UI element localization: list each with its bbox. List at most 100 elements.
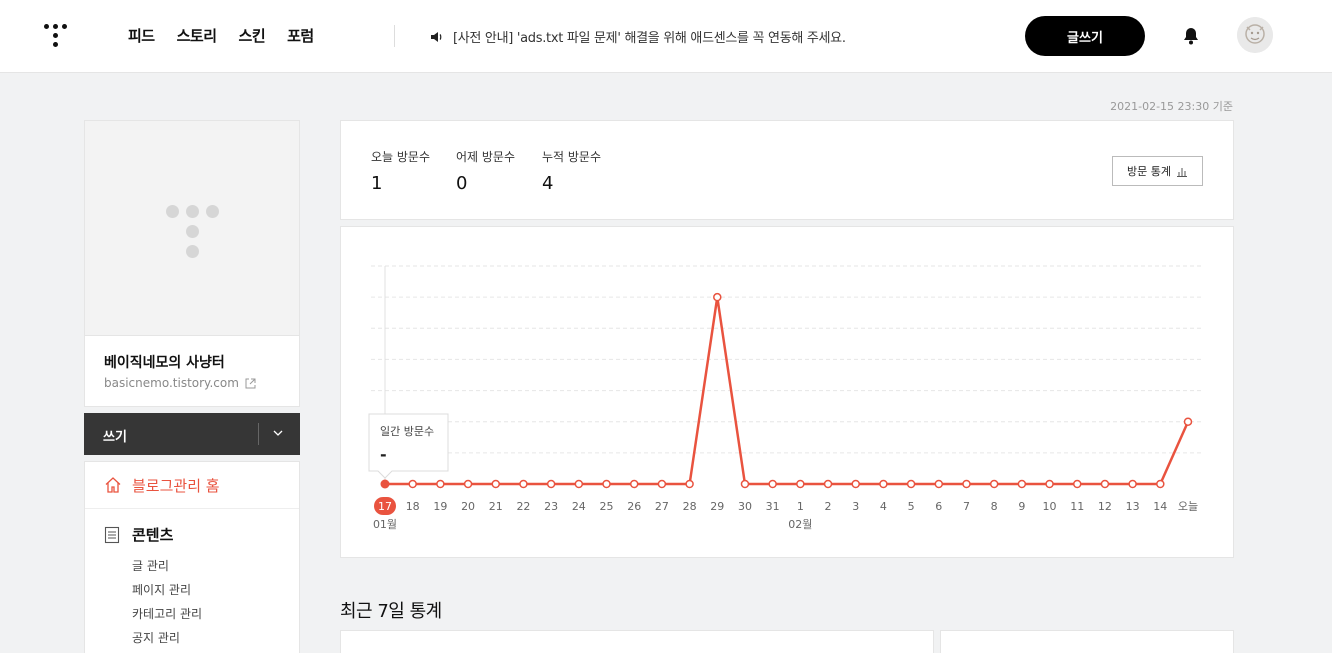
data-point (740, 479, 750, 489)
x-tick-label: 1 (797, 500, 804, 513)
data-point (519, 479, 528, 489)
data-point (823, 479, 833, 489)
data-point (463, 479, 473, 489)
write-post-button[interactable]: 글쓰기 (1025, 16, 1145, 56)
x-tick-label: 7 (963, 500, 970, 513)
blog-url-link[interactable]: basicnemo.tistory.com (104, 376, 256, 390)
bar-chart-icon (1176, 167, 1187, 177)
nav-story[interactable]: 스토리 (177, 25, 217, 46)
visitor-summary-card: 오늘 방문수 1 어제 방문수 0 누적 방문수 4 방문 통계 (340, 120, 1234, 220)
x-tick-label: 5 (908, 500, 915, 513)
x-tick-label: 25 (600, 500, 614, 513)
nav-feed[interactable]: 피드 (128, 25, 155, 46)
menu-blog-home[interactable]: 블로그관리 홈 (85, 462, 299, 509)
x-tick-label: 6 (935, 500, 942, 513)
menu-section-contents[interactable]: 콘텐츠 (85, 509, 299, 545)
menu-section-label: 콘텐츠 (132, 526, 174, 544)
recent-stats-title: 최근 7일 통계 (340, 601, 442, 622)
recent-stats-card-right (940, 630, 1234, 653)
tistory-logo[interactable] (44, 24, 68, 48)
month-label: 02월 (788, 518, 812, 531)
x-tick-label: 11 (1070, 500, 1084, 513)
x-tick-label: 2 (825, 500, 832, 513)
data-point (1100, 479, 1110, 489)
data-point (962, 479, 971, 489)
data-point (657, 479, 667, 489)
top-header: 피드 스토리 스킨 포럼 [사전 안내] 'ads.txt 파일 문제' 해결을… (0, 0, 1332, 73)
x-tick-label: 27 (655, 500, 669, 513)
bell-icon[interactable] (1181, 26, 1201, 46)
x-tick-label: 10 (1043, 500, 1057, 513)
recent-stats-card-left (340, 630, 934, 653)
write-menu-bar[interactable]: 쓰기 (84, 413, 300, 455)
blog-name[interactable]: 베이직네모의 사냥터 (104, 352, 225, 372)
menu-item-pages[interactable]: 페이지 관리 (132, 578, 299, 602)
x-tick-label: 22 (516, 500, 530, 513)
x-tick-label: 오늘 (1178, 500, 1198, 513)
menu-item-categories[interactable]: 카테고리 관리 (132, 602, 299, 626)
data-point (574, 479, 584, 489)
stat-total-value: 4 (542, 173, 554, 194)
x-tick-label: 18 (406, 500, 420, 513)
x-tick-label: 20 (461, 500, 475, 513)
main-nav: 피드 스토리 스킨 포럼 (128, 25, 314, 46)
write-label[interactable]: 쓰기 (103, 426, 127, 445)
x-tick-label: 29 (710, 500, 724, 513)
document-icon (104, 526, 120, 543)
blog-url: basicnemo.tistory.com (104, 376, 239, 390)
stat-today-label: 오늘 방문수 (371, 150, 431, 164)
stat-yesterday-label: 어제 방문수 (456, 150, 516, 164)
stat-yesterday-value: 0 (456, 173, 468, 194)
notice-text: [사전 안내] 'ads.txt 파일 문제' 해결을 위해 애드센스를 꼭 연… (453, 31, 846, 46)
data-point (602, 479, 611, 489)
notice-banner[interactable]: [사전 안내] 'ads.txt 파일 문제' 해결을 위해 애드센스를 꼭 연… (430, 27, 846, 46)
x-tick-label: 28 (683, 500, 697, 513)
visit-stats-button[interactable]: 방문 통계 (1112, 156, 1203, 186)
blog-thumbnail[interactable] (85, 121, 299, 336)
x-tick-label: 17 (378, 500, 392, 513)
visitor-line-chart: 17 18 19 20 21 22 23 24 25 26 27 28 29 30 31 1 2 3 4 5 6 7 8 9 1… (368, 265, 1203, 531)
data-point (796, 479, 805, 489)
data-point (906, 479, 916, 489)
data-point (629, 479, 639, 489)
stat-today: 오늘 방문수 1 (371, 148, 430, 194)
x-tick-label: 14 (1153, 500, 1167, 513)
menu-home-label: 블로그관리 홈 (132, 476, 220, 495)
data-point (546, 479, 556, 489)
stat-total-label: 누적 방문수 (542, 150, 602, 164)
external-link-icon (245, 378, 256, 388)
data-point (685, 479, 694, 489)
blog-profile-card: 베이직네모의 사냥터 basicnemo.tistory.com (84, 120, 300, 407)
data-point (1156, 479, 1165, 489)
x-tick-label: 12 (1098, 500, 1112, 513)
x-tick-label: 31 (766, 500, 780, 513)
data-point (491, 479, 501, 489)
data-point (851, 479, 860, 489)
x-tick-label: 23 (544, 500, 558, 513)
speaker-icon (431, 31, 442, 42)
data-point (768, 479, 777, 489)
home-icon (105, 477, 121, 493)
tooltip-value: - (380, 445, 387, 464)
visit-stats-label: 방문 통계 (1127, 165, 1171, 178)
x-tick-label: 30 (738, 500, 752, 513)
x-tick-label: 21 (489, 500, 503, 513)
data-point (1045, 479, 1054, 489)
data-point (1072, 479, 1082, 489)
write-bar-divider (258, 423, 259, 445)
tooltip-label: 일간 방문수 (380, 424, 434, 438)
chevron-down-icon[interactable] (272, 426, 284, 440)
menu-item-posts[interactable]: 글 관리 (132, 554, 299, 578)
nav-forum[interactable]: 포럼 (287, 25, 314, 46)
x-tick-label: 26 (627, 500, 641, 513)
menu-sub-list: 글 관리 페이지 관리 카테고리 관리 공지 관리 (85, 554, 299, 650)
nav-skin[interactable]: 스킨 (239, 25, 266, 46)
menu-item-notices[interactable]: 공지 관리 (132, 626, 299, 650)
x-tick-label: 19 (433, 500, 447, 513)
x-tick-label: 24 (572, 500, 586, 513)
admin-menu: 블로그관리 홈 콘텐츠 글 관리 페이지 관리 카테고리 관리 공지 관리 (84, 461, 300, 653)
data-point (1017, 479, 1027, 489)
stat-total: 누적 방문수 4 (542, 148, 601, 194)
data-point (1183, 417, 1193, 426)
avatar[interactable] (1237, 17, 1273, 53)
